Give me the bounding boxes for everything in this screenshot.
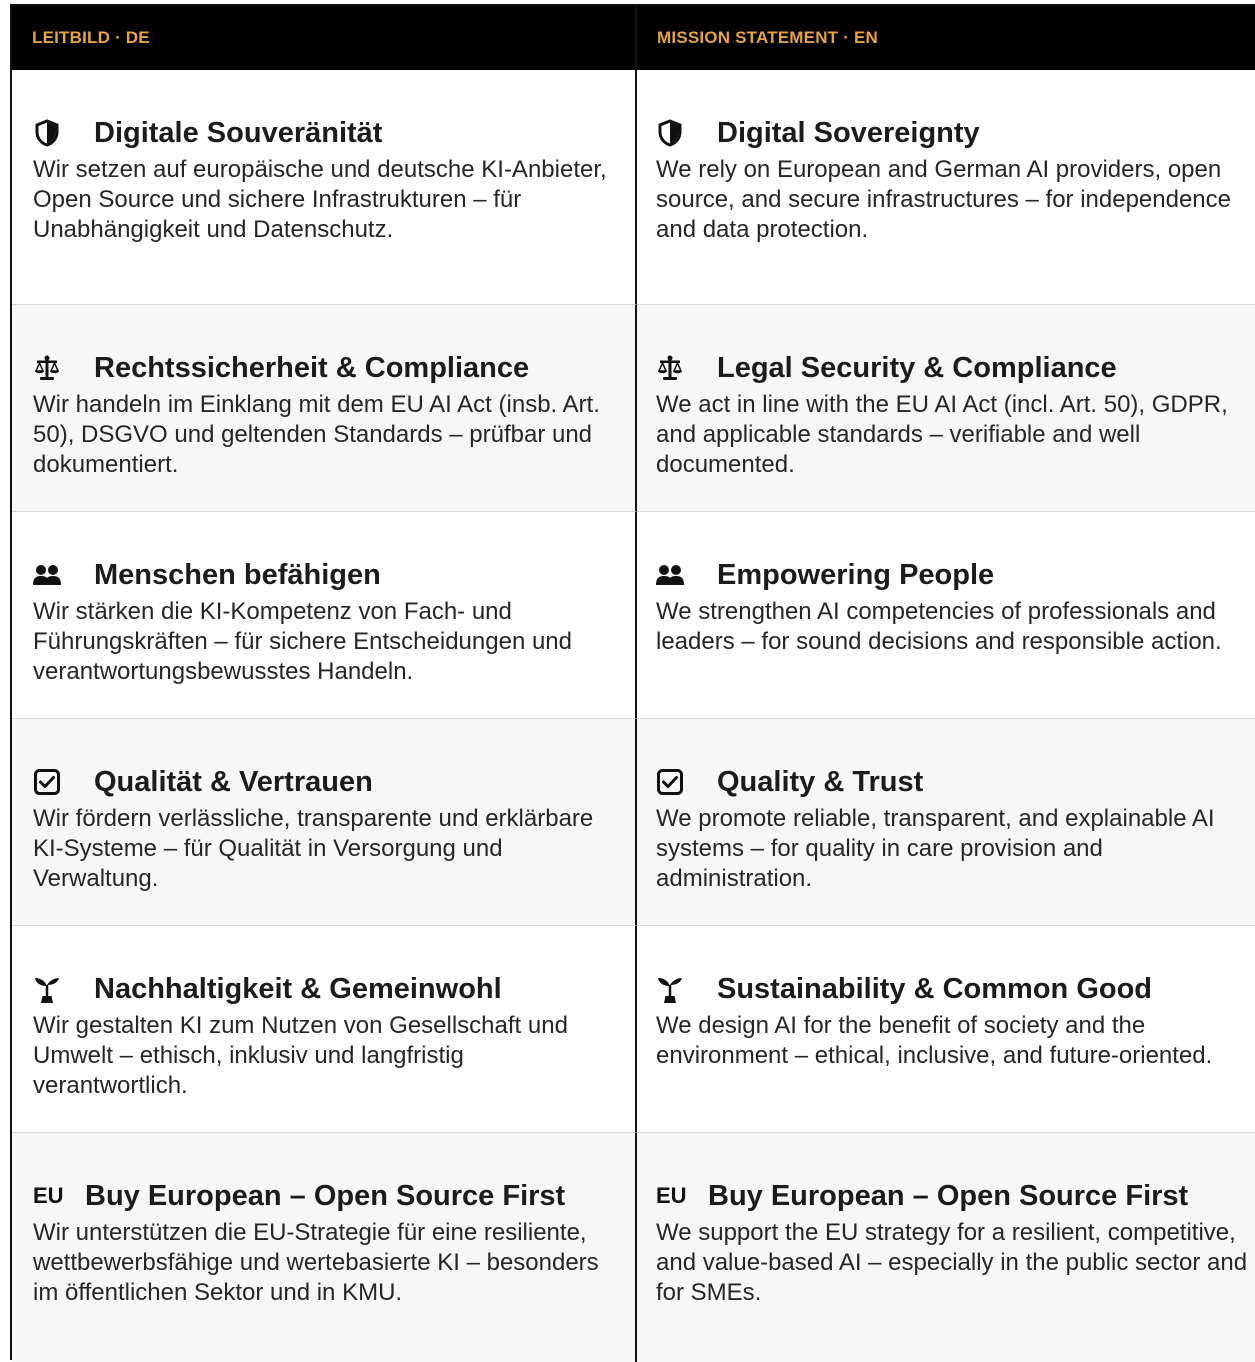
row-text: Wir unterstützen die EU-Strategie für ei… [33, 1219, 599, 1306]
row-title-text: Nachhaltigkeit & Gemeinwohl [94, 972, 502, 1005]
row-de: Nachhaltigkeit & Gemeinwohl Wir gestalte… [12, 926, 637, 1133]
shield-icon [656, 119, 684, 147]
row-text: We strengthen AI competencies of profess… [656, 598, 1222, 655]
row-title-text: Rechtssicherheit & Compliance [94, 351, 530, 384]
row-title: Rechtssicherheit & Compliance [33, 348, 635, 388]
scales-icon [656, 354, 684, 382]
row-text: Wir gestalten KI zum Nutzen von Gesellsc… [33, 1012, 568, 1099]
row-title-text: Legal Security & Compliance [717, 351, 1117, 384]
row-de: EU Buy European – Open Source First Wir … [12, 1133, 637, 1362]
row-de: Rechtssicherheit & Compliance Wir handel… [12, 305, 637, 512]
row-title: Nachhaltigkeit & Gemeinwohl [33, 969, 635, 1009]
row-title: EU Buy European – Open Source First [33, 1176, 635, 1216]
row-text: Wir handeln im Einklang mit dem EU AI Ac… [33, 391, 600, 478]
header-en: MISSION STATEMENT · EN [637, 6, 1255, 70]
row-en: Sustainability & Common Good We design A… [637, 926, 1255, 1133]
row-de: Menschen befähigen Wir stärken die KI-Ko… [12, 512, 637, 719]
row-title: Qualität & Vertrauen [33, 762, 635, 802]
row-en: Quality & Trust We promote reliable, tra… [637, 719, 1255, 926]
row-title-text: Menschen befähigen [94, 558, 381, 591]
row-text: We rely on European and German AI provid… [656, 156, 1232, 243]
seedling-icon [33, 975, 61, 1003]
shield-icon [33, 119, 61, 147]
row-title: Digital Sovereignty [656, 113, 1255, 153]
row-title-text: Quality & Trust [717, 765, 924, 798]
row-title: EU Buy European – Open Source First [656, 1176, 1255, 1216]
row-de: Digitale Souveränität Wir setzen auf eur… [12, 70, 637, 305]
row-title-text: Empowering People [717, 558, 995, 591]
checkbox-icon [656, 768, 684, 796]
row-text: We promote reliable, transparent, and ex… [656, 805, 1215, 892]
row-text: Wir setzen auf europäische und deutsche … [33, 156, 607, 243]
row-title: Menschen befähigen [33, 555, 635, 595]
row-de: Qualität & Vertrauen Wir fördern verläss… [12, 719, 637, 926]
eu-icon: EU [656, 1183, 687, 1208]
scales-icon [33, 354, 61, 382]
row-title: Digitale Souveränität [33, 113, 635, 153]
row-en: Empowering People We strengthen AI compe… [637, 512, 1255, 719]
row-en: EU Buy European – Open Source First We s… [637, 1133, 1255, 1362]
row-title-text: Digitale Souveränität [94, 116, 383, 149]
row-title-text: Sustainability & Common Good [717, 972, 1153, 1005]
row-text: Wir stärken die KI-Kompetenz von Fach- u… [33, 598, 573, 685]
row-en: Digital Sovereignty We rely on European … [637, 70, 1255, 305]
row-title-text: Buy European – Open Source First [85, 1179, 566, 1212]
row-text: We support the EU strategy for a resilie… [656, 1219, 1248, 1306]
row-title-text: Buy European – Open Source First [708, 1179, 1189, 1212]
row-title-text: Digital Sovereignty [717, 116, 980, 149]
row-title: Legal Security & Compliance [656, 348, 1255, 388]
row-en: Legal Security & Compliance We act in li… [637, 305, 1255, 512]
row-text: We design AI for the benefit of society … [656, 1012, 1213, 1069]
row-title-text: Qualität & Vertrauen [94, 765, 373, 798]
header-de: LEITBILD · DE [12, 6, 637, 70]
row-title: Sustainability & Common Good [656, 969, 1255, 1009]
row-text: Wir fördern verlässliche, transparente u… [33, 805, 594, 892]
people-icon [33, 561, 61, 589]
eu-icon: EU [33, 1183, 64, 1208]
mission-statement-table: LEITBILD · DE MISSION STATEMENT · EN Dig… [10, 4, 1255, 1362]
row-title: Empowering People [656, 555, 1255, 595]
people-icon [656, 561, 684, 589]
row-text: We act in line with the EU AI Act (incl.… [656, 391, 1228, 478]
seedling-icon [656, 975, 684, 1003]
row-title: Quality & Trust [656, 762, 1255, 802]
checkbox-icon [33, 768, 61, 796]
